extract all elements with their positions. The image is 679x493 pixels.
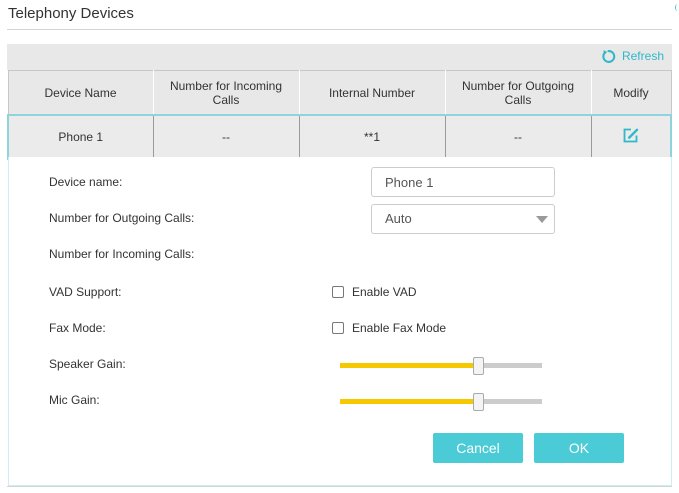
devices-table: Device Name Number for Incoming Calls In…	[7, 70, 672, 160]
cancel-button[interactable]: Cancel	[433, 433, 523, 463]
enable-vad-checkbox[interactable]: Enable VAD	[332, 285, 416, 299]
outgoing-calls-select[interactable]: Auto	[371, 204, 555, 234]
cell-outgoing-calls: --	[444, 114, 592, 160]
mic-gain-slider[interactable]	[340, 393, 542, 411]
dropdown-arrow-icon	[536, 216, 548, 223]
table-header-row: Device Name Number for Incoming Calls In…	[7, 70, 672, 116]
checkbox-icon	[332, 286, 344, 298]
vad-support-label: VAD Support:	[49, 285, 122, 299]
corner-mark	[675, 4, 679, 11]
column-header-modify: Modify	[590, 70, 672, 116]
cell-device-name: Phone 1	[7, 114, 154, 160]
incoming-calls-label: Number for Incoming Calls:	[49, 247, 195, 261]
table-toolbar: Refresh	[7, 44, 672, 70]
refresh-icon	[602, 49, 616, 63]
cell-modify	[590, 114, 672, 160]
column-header-device-name: Device Name	[7, 70, 154, 116]
cell-incoming-calls: --	[152, 114, 300, 160]
title-divider	[7, 29, 672, 30]
checkbox-icon	[332, 322, 344, 334]
device-name-input[interactable]	[371, 167, 555, 197]
speaker-gain-slider[interactable]	[340, 357, 542, 375]
speaker-gain-label: Speaker Gain:	[49, 357, 126, 371]
ok-button[interactable]: OK	[534, 433, 624, 463]
column-header-outgoing-calls: Number for Outgoing Calls	[444, 70, 592, 116]
slider-handle[interactable]	[473, 357, 485, 375]
refresh-label: Refresh	[621, 49, 664, 63]
outgoing-calls-value: Auto	[385, 211, 412, 226]
column-header-internal-number: Internal Number	[298, 70, 446, 116]
mic-gain-label: Mic Gain:	[49, 393, 100, 407]
slider-fill	[340, 363, 480, 368]
cell-internal-number: **1	[298, 114, 446, 160]
panel-divider	[7, 486, 672, 487]
device-name-label: Device name:	[49, 175, 123, 189]
enable-fax-mode-checkbox[interactable]: Enable Fax Mode	[332, 321, 446, 335]
column-header-incoming-calls: Number for Incoming Calls	[152, 70, 300, 116]
edit-icon[interactable]	[622, 127, 640, 147]
slider-fill	[340, 399, 480, 404]
slider-handle[interactable]	[473, 393, 485, 411]
refresh-button[interactable]: Refresh	[601, 46, 664, 66]
page-title: Telephony Devices	[8, 5, 134, 22]
enable-vad-label: Enable VAD	[352, 285, 417, 299]
outgoing-calls-label: Number for Outgoing Calls:	[49, 211, 195, 225]
fax-mode-label: Fax Mode:	[49, 321, 106, 335]
enable-fax-mode-label: Enable Fax Mode	[352, 321, 447, 335]
table-row[interactable]: Phone 1 -- **1 --	[7, 114, 672, 160]
